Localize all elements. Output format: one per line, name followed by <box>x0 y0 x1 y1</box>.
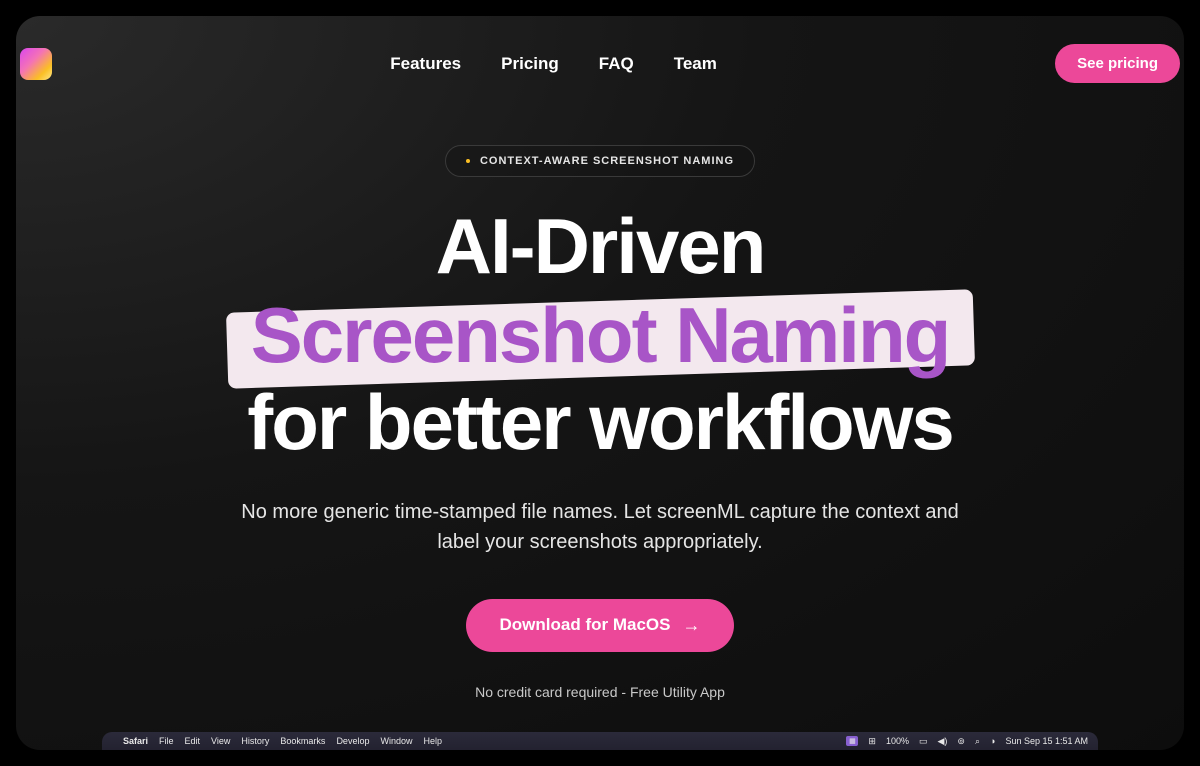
hero-headline: AI-Driven Screenshot Naming for better w… <box>243 207 958 461</box>
download-label: Download for MacOS <box>500 615 671 635</box>
menubar-edit: Edit <box>185 736 201 746</box>
main-nav: Features Pricing FAQ Team <box>390 54 717 74</box>
wifi-icon: ⊚ <box>957 736 965 747</box>
headline-line1: AI-Driven <box>243 207 958 285</box>
battery-icon: ▭ <box>919 736 928 747</box>
disclaimer-text: No credit card required - Free Utility A… <box>475 684 725 700</box>
menubar-history: History <box>241 736 269 746</box>
control-center-icon: ◑ <box>990 736 995 746</box>
menubar-datetime: Sun Sep 15 1:51 AM <box>1005 736 1088 746</box>
pill-text: CONTEXT-AWARE SCREENSHOT NAMING <box>480 155 734 167</box>
logo[interactable] <box>20 48 52 80</box>
macos-menubar: Safari File Edit View History Bookmarks … <box>102 732 1098 750</box>
menubar-view: View <box>211 736 230 746</box>
arrow-right-icon: → <box>682 615 700 636</box>
grid-icon: ⊞ <box>868 736 876 747</box>
headline-line2: Screenshot Naming <box>243 295 958 377</box>
screenshot-app-icon: ▦ <box>846 736 858 746</box>
see-pricing-button[interactable]: See pricing <box>1055 44 1180 83</box>
nav-features[interactable]: Features <box>390 54 461 74</box>
hero-subtitle: No more generic time-stamped file names.… <box>230 497 970 557</box>
menubar-file: File <box>159 736 174 746</box>
nav-pricing[interactable]: Pricing <box>501 54 559 74</box>
nav-team[interactable]: Team <box>674 54 717 74</box>
feature-pill: CONTEXT-AWARE SCREENSHOT NAMING <box>445 145 755 177</box>
nav-faq[interactable]: FAQ <box>599 54 634 74</box>
menubar-bookmarks: Bookmarks <box>280 736 325 746</box>
volume-icon: ◀) <box>937 736 947 747</box>
menubar-window: Window <box>380 736 412 746</box>
search-icon: ⌕ <box>975 736 980 747</box>
menubar-app: Safari <box>123 736 148 746</box>
battery-text: 100% <box>886 736 909 746</box>
menubar-help: Help <box>423 736 442 746</box>
download-button[interactable]: Download for MacOS → <box>466 599 735 652</box>
pill-dot-icon <box>466 159 470 163</box>
menubar-develop: Develop <box>336 736 369 746</box>
headline-line3: for better workflows <box>243 383 958 461</box>
